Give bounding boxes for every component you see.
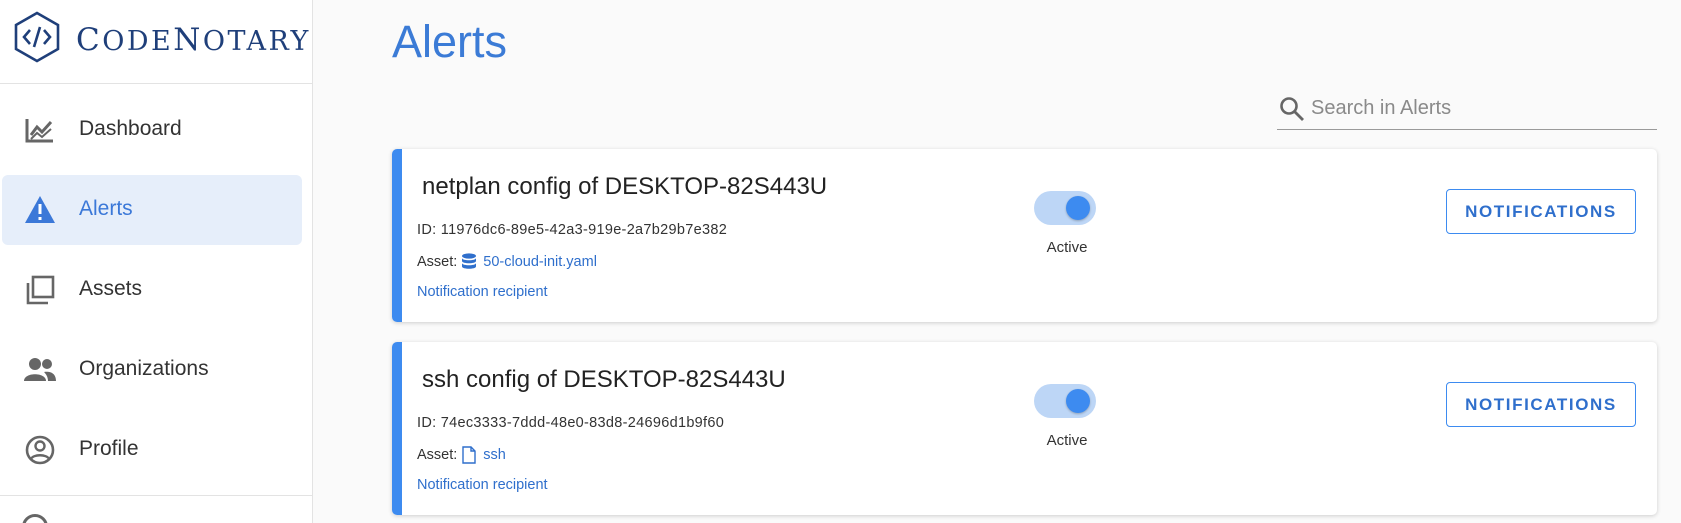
asset-label: Asset:	[417, 254, 458, 270]
brand-logo[interactable]: CODENOTARY	[0, 0, 313, 84]
asset-label: Asset:	[417, 447, 458, 463]
asset-link[interactable]: ssh	[483, 447, 506, 463]
search-bar	[1277, 88, 1657, 130]
alert-card: ssh config of DESKTOP-82S443U ID: 74ec33…	[392, 342, 1657, 515]
sidebar-item-alerts[interactable]: Alerts	[2, 175, 302, 245]
alert-id: ID: 11976dc6-89e5-42a3-919e-2a7b29b7e382	[417, 222, 728, 238]
toggle-status-label: Active	[1046, 432, 1088, 449]
alert-id: ID: 74ec3333-7ddd-48e0-83d8-24696d1b9f60	[417, 415, 725, 431]
sidebar-item-assets[interactable]: Assets	[2, 255, 302, 325]
notification-recipient-link[interactable]: Notification recipient	[417, 284, 548, 300]
alert-asset: Asset: 50-cloud-init.yaml	[417, 253, 597, 271]
sidebar: CODENOTARY Dashboard Alerts Assets Organ…	[0, 0, 313, 523]
help-icon[interactable]	[22, 514, 48, 523]
sidebar-item-label: Organizations	[79, 357, 209, 380]
notification-recipient-link[interactable]: Notification recipient	[417, 477, 548, 493]
brand-name: CODENOTARY	[76, 22, 311, 58]
card-accent-bar	[392, 342, 402, 515]
toggle-knob	[1066, 389, 1090, 413]
alert-card: netplan config of DESKTOP-82S443U ID: 11…	[392, 149, 1657, 322]
users-icon	[24, 358, 56, 381]
alert-triangle-icon	[25, 196, 55, 223]
sidebar-item-label: Profile	[79, 437, 139, 460]
asset-link[interactable]: 50-cloud-init.yaml	[483, 254, 597, 270]
account-circle-icon	[25, 435, 55, 465]
sidebar-item-label: Alerts	[79, 197, 133, 220]
notifications-button[interactable]: NOTIFICATIONS	[1446, 189, 1636, 234]
search-input[interactable]	[1311, 92, 1651, 124]
sidebar-item-profile[interactable]: Profile	[2, 415, 302, 485]
chart-line-icon	[25, 119, 53, 143]
sidebar-item-organizations[interactable]: Organizations	[2, 335, 302, 405]
alert-title: netplan config of DESKTOP-82S443U	[422, 173, 828, 200]
card-accent-bar	[392, 149, 402, 322]
sidebar-item-label: Assets	[79, 277, 143, 300]
sidebar-item-label: Dashboard	[79, 117, 182, 140]
search-icon	[1280, 97, 1304, 121]
active-toggle[interactable]	[1034, 191, 1096, 225]
alert-title: ssh config of DESKTOP-82S443U	[422, 366, 786, 393]
sidebar-divider	[0, 495, 313, 496]
active-toggle[interactable]	[1034, 384, 1096, 418]
copy-icon	[26, 275, 55, 305]
toggle-knob	[1066, 196, 1090, 220]
codenotary-logo-icon	[14, 11, 60, 63]
page-title: Alerts	[392, 16, 508, 67]
alert-asset: Asset: ssh	[417, 446, 506, 464]
file-icon	[462, 446, 476, 464]
toggle-status-label: Active	[1046, 239, 1088, 256]
notifications-button[interactable]: NOTIFICATIONS	[1446, 382, 1636, 427]
sidebar-item-dashboard[interactable]: Dashboard	[2, 95, 302, 165]
database-icon	[462, 253, 477, 269]
